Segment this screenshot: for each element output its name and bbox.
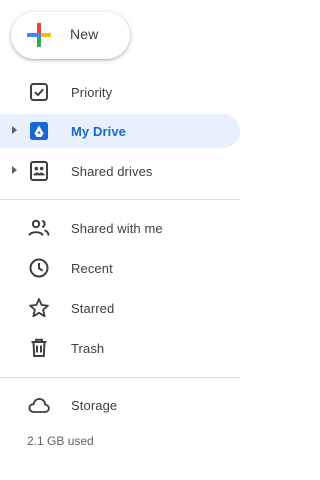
trash-icon — [27, 336, 51, 360]
star-icon — [27, 296, 51, 320]
clock-icon — [27, 256, 51, 280]
priority-check-icon — [27, 80, 51, 104]
sidebar-item-label: Shared drives — [71, 164, 153, 179]
sidebar-item-label: My Drive — [71, 124, 126, 139]
sidebar-item-label: Shared with me — [71, 221, 163, 236]
sidebar-item-label: Starred — [71, 301, 115, 316]
sidebar-item-priority[interactable]: Priority — [0, 75, 240, 109]
sidebar-item-label: Recent — [71, 261, 113, 276]
sidebar-item-starred[interactable]: Starred — [0, 291, 240, 325]
sidebar-item-shared-drives[interactable]: Shared drives — [0, 154, 240, 188]
sidebar-item-label: Trash — [71, 341, 105, 356]
storage-used-text: 2.1 GB used — [27, 434, 94, 448]
expand-arrow-icon[interactable] — [12, 126, 17, 134]
sidebar-item-recent[interactable]: Recent — [0, 251, 240, 285]
new-button-label: New — [70, 26, 99, 42]
sidebar-item-shared-with-me[interactable]: Shared with me — [0, 211, 240, 245]
my-drive-icon — [27, 119, 51, 143]
expand-arrow-icon[interactable] — [12, 166, 17, 174]
divider — [0, 377, 240, 378]
plus-icon — [27, 23, 51, 47]
people-icon — [27, 216, 51, 240]
sidebar-item-label: Priority — [71, 85, 113, 100]
cloud-icon — [27, 393, 51, 417]
sidebar-item-storage[interactable]: Storage — [0, 388, 240, 422]
sidebar-item-trash[interactable]: Trash — [0, 331, 240, 365]
shared-drives-icon — [27, 159, 51, 183]
divider — [0, 199, 240, 200]
sidebar-item-my-drive[interactable]: My Drive — [0, 114, 240, 148]
new-button[interactable]: New — [11, 12, 130, 59]
sidebar-item-label: Storage — [71, 398, 118, 413]
